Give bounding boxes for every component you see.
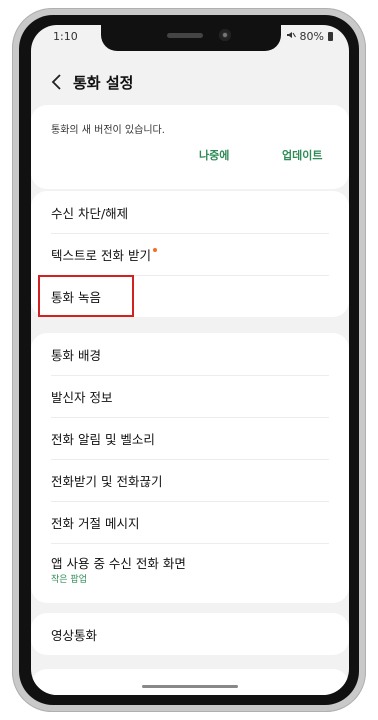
list-item[interactable]: 발신자 정보 [51, 375, 329, 418]
list-item-label: 전화받기 및 전화끊기 [51, 473, 163, 489]
list-item-label: 수신 차단/해제 [51, 205, 129, 221]
list-item[interactable]: 통화 배경 [51, 333, 329, 376]
settings-group-2: 통화 배경 발신자 정보 전화 알림 및 벨소리 전화받기 및 전화끊기 전화 … [31, 333, 349, 603]
back-button[interactable] [47, 72, 67, 92]
highlight-box [38, 275, 134, 317]
mute-icon [286, 30, 296, 43]
list-item-label: 발신자 정보 [51, 389, 113, 405]
status-right: 80% [286, 30, 333, 43]
update-card: 통화의 새 버전이 있습니다. 나중에 업데이트 [31, 105, 349, 189]
phone-screen: 1:10 80% 통화 설정 통화의 새 버전이 있습니다. 나중에 업데이트 … [31, 25, 349, 695]
list-item-label: 전화 알림 및 벨소리 [51, 431, 155, 447]
list-item-sub: 작은 팝업 [51, 575, 87, 585]
update-message: 통화의 새 버전이 있습니다. [51, 125, 165, 136]
update-button[interactable]: 업데이트 [282, 147, 322, 163]
camera [219, 29, 231, 41]
battery-percent: 80% [299, 30, 324, 43]
list-item[interactable]: 전화 거절 메시지 [51, 501, 329, 544]
settings-group-3: 영상통화 [31, 613, 349, 655]
status-time: 1:10 [53, 30, 78, 43]
battery-icon [328, 32, 333, 41]
list-item-label: 앱 사용 중 수신 전화 화면 [51, 556, 186, 571]
settings-group-4 [31, 669, 349, 695]
chevron-left-icon [51, 74, 61, 90]
list-item-label: 텍스트로 전화 받기 [51, 247, 151, 263]
home-indicator[interactable] [142, 685, 238, 688]
speaker [167, 33, 203, 38]
list-item[interactable]: 전화 알림 및 벨소리 [51, 417, 329, 460]
list-item-label: 통화 배경 [51, 347, 101, 363]
list-item[interactable]: 영상통화 [51, 613, 329, 655]
list-item[interactable]: 텍스트로 전화 받기 [51, 233, 329, 276]
page-title: 통화 설정 [73, 73, 134, 92]
list-item-label: 전화 거절 메시지 [51, 515, 140, 531]
list-item[interactable]: 전화받기 및 전화끊기 [51, 459, 329, 502]
header: 통화 설정 [31, 65, 349, 99]
list-item-label: 영상통화 [51, 627, 98, 643]
list-item[interactable]: 수신 차단/해제 [51, 191, 329, 234]
notch [101, 25, 281, 51]
list-item[interactable]: 앱 사용 중 수신 전화 화면 작은 팝업 [51, 545, 329, 593]
later-button[interactable]: 나중에 [199, 147, 229, 163]
new-badge-dot [152, 248, 157, 252]
